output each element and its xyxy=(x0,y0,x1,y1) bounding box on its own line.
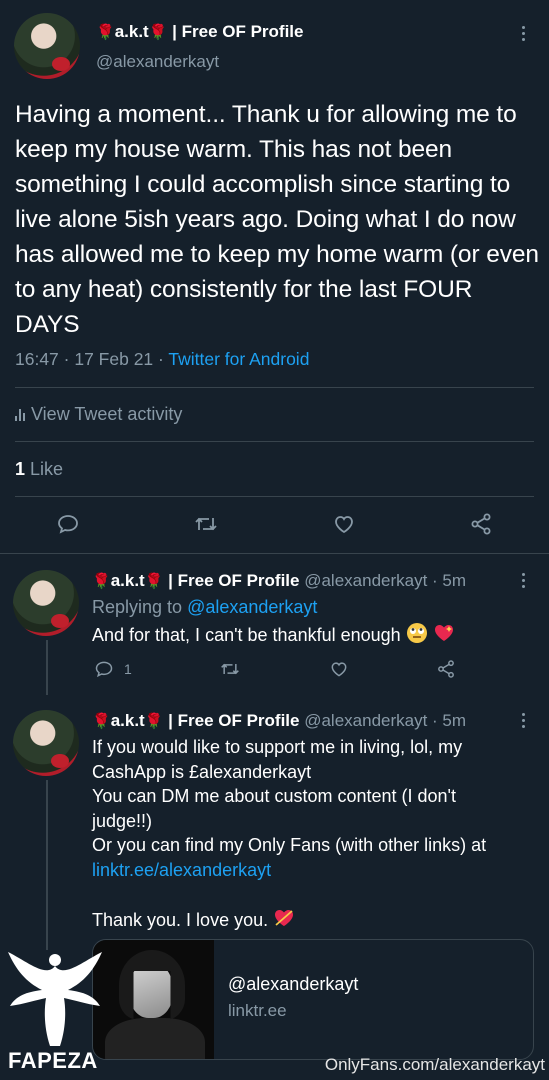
retweet-button[interactable] xyxy=(219,659,241,679)
likes-summary[interactable]: 1 Like xyxy=(15,459,63,480)
card-title: @alexanderkayt xyxy=(228,974,359,994)
like-button[interactable] xyxy=(332,512,356,536)
section-divider xyxy=(0,553,549,554)
reply-icon xyxy=(58,515,78,534)
like-icon xyxy=(331,662,346,677)
watermark-right: OnlyFans.com/alexanderkayt xyxy=(324,1055,545,1074)
share-icon xyxy=(471,513,491,535)
thread-line xyxy=(46,780,48,950)
reply-icon xyxy=(95,661,113,678)
linktree-link[interactable]: linktr.ee/alexanderkayt xyxy=(92,858,537,883)
divider xyxy=(15,496,534,497)
share-button[interactable] xyxy=(436,659,456,679)
author-handle[interactable]: @alexanderkayt xyxy=(96,52,219,72)
view-tweet-activity[interactable]: View Tweet activity xyxy=(15,404,182,425)
like-button[interactable] xyxy=(329,659,349,679)
reply-handle: @alexanderkayt xyxy=(304,711,428,730)
card-domain: linktr.ee xyxy=(228,1001,287,1020)
share-button[interactable] xyxy=(469,512,493,536)
tweet-timestamp: 16:47 · 17 Feb 21 · xyxy=(15,349,169,369)
rose-emoji: 🌹 xyxy=(92,713,111,730)
reply-text: And for that, I can't be thankful enough xyxy=(92,622,455,648)
share-icon xyxy=(438,660,454,678)
more-icon[interactable] xyxy=(522,713,526,728)
reply-count: 1 xyxy=(124,661,132,677)
reply-text: If you would like to support me in livin… xyxy=(92,735,537,932)
card-thumbnail xyxy=(93,940,214,1059)
reply-handle: @alexanderkayt xyxy=(304,571,428,590)
avatar[interactable] xyxy=(13,570,79,636)
tweet-text: Having a moment... Thank u for allowing … xyxy=(15,101,539,338)
replying-to: Replying to @alexanderkayt xyxy=(92,597,318,617)
rose-emoji: 🌹 xyxy=(148,24,168,41)
heart-arrow-emoji xyxy=(275,909,294,926)
retweet-icon xyxy=(195,517,217,531)
reply-header[interactable]: 🌹a.k.t🌹 | Free OF Profile @alexanderkayt… xyxy=(92,711,466,731)
bar-chart-icon xyxy=(15,408,25,421)
rose-emoji: 🌹 xyxy=(144,713,164,730)
tweet-actions xyxy=(56,512,493,536)
reply-header[interactable]: 🌹a.k.t🌹 | Free OF Profile @alexanderkayt… xyxy=(92,571,466,591)
reply-button[interactable] xyxy=(56,512,80,536)
divider xyxy=(15,441,534,442)
rolling-eyes-emoji xyxy=(406,623,427,643)
likes-count: 1 xyxy=(15,459,26,479)
rose-emoji: 🌹 xyxy=(96,24,115,41)
avatar[interactable] xyxy=(14,13,80,79)
retweet-icon xyxy=(221,663,240,675)
rose-emoji: 🌹 xyxy=(92,573,111,590)
sparkling-heart-emoji xyxy=(434,625,453,641)
like-icon xyxy=(335,516,353,534)
replying-to-link[interactable]: @alexanderkayt xyxy=(187,597,317,617)
tweet-meta: 16:47 · 17 Feb 21 · Twitter for Android xyxy=(15,349,309,370)
reply-age: · 5m xyxy=(427,571,467,590)
reply-button[interactable]: 1 xyxy=(94,659,132,679)
more-icon[interactable] xyxy=(522,26,526,41)
avatar[interactable] xyxy=(13,710,79,776)
retweet-button[interactable] xyxy=(193,512,219,536)
tweet-source-link[interactable]: Twitter for Android xyxy=(168,349,309,369)
rose-emoji: 🌹 xyxy=(144,573,164,590)
reply-actions: 1 xyxy=(94,659,456,679)
more-icon[interactable] xyxy=(522,573,526,588)
divider xyxy=(15,387,534,388)
watermark-left: FAPEZA xyxy=(8,1048,98,1073)
author-name[interactable]: 🌹a.k.t🌹 | Free OF Profile xyxy=(96,22,303,42)
fapeza-logo xyxy=(8,952,102,1046)
link-preview-card[interactable]: @alexanderkayt linktr.ee xyxy=(92,939,534,1060)
reply-age: · 5m xyxy=(427,711,467,730)
thread-line xyxy=(46,640,48,695)
